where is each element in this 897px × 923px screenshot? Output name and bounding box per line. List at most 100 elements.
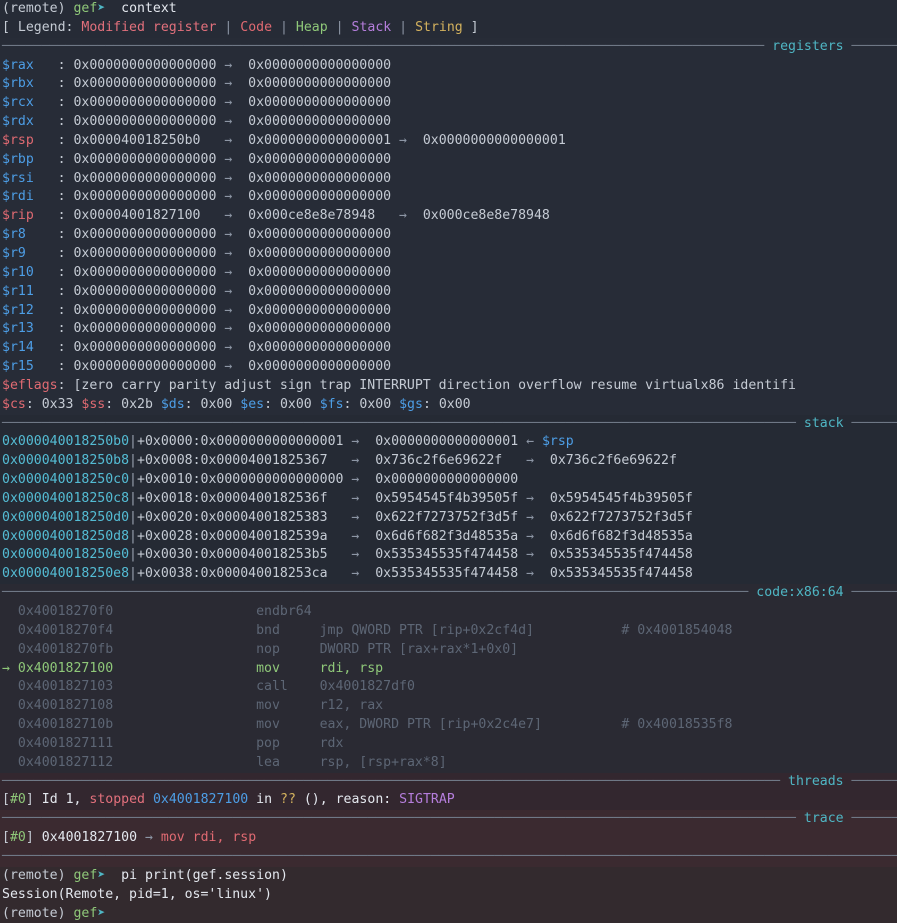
register-name: $r9 [2, 246, 58, 261]
register-row: $r8 : 0x0000000000000000 → 0x00000000000… [0, 226, 897, 245]
register-row: $r15 : 0x0000000000000000 → 0x0000000000… [0, 358, 897, 377]
stack-offset: +0x0028: [137, 529, 201, 544]
trace-section: ────────────────────────────────────────… [0, 810, 897, 867]
register-deref-1: 0x0000000000000000 [248, 246, 399, 261]
register-deref-1: 0x0000000000000001 [248, 133, 399, 148]
stack-offset: +0x0038: [137, 566, 201, 581]
legend-stack: Stack [352, 20, 392, 35]
trace-arrow-icon: → [145, 830, 153, 845]
register-colon: : [58, 303, 74, 318]
register-colon: : [58, 133, 74, 148]
thread-state: stopped [89, 792, 145, 807]
instruction-operands: rdx [320, 736, 622, 751]
register-deref-1: 0x0000000000000000 [248, 171, 399, 186]
deref-arrow-icon: → [351, 453, 375, 468]
deref-arrow-icon: → [351, 566, 375, 581]
session-output-text: Session(Remote, pid=1, os='linux') [2, 887, 272, 902]
stack-address: 0x000040018250c0 [2, 472, 129, 487]
register-deref-2: 0x000ce8e8e78948 [423, 208, 550, 223]
prompt-remote-label-2: (remote) [2, 868, 66, 883]
stack-deref-1: 0x736c2f6e69622f [375, 453, 526, 468]
stack-row: 0x000040018250d0|+0x0020:0x0000400182538… [0, 509, 897, 528]
segment-register-name: $ds [161, 397, 185, 412]
register-colon: : [58, 321, 74, 336]
deref-arrow-icon: → [224, 152, 248, 167]
current-instruction-marker [2, 755, 18, 770]
stack-divider: | [129, 434, 137, 449]
stack-section-title: stack [804, 416, 844, 431]
segment-register-name: $cs [2, 397, 26, 412]
registers-section-title: registers [772, 39, 843, 54]
segment-register-name: $ss [81, 397, 105, 412]
deref-arrow-icon-2: → [526, 453, 550, 468]
threads-section-title: threads [788, 774, 844, 789]
thread-function: ?? [280, 792, 296, 807]
deref-arrow-icon-2: → [526, 566, 550, 581]
instruction-operands: eax, DWORD PTR [rip+0x2c4e7] [320, 717, 622, 732]
register-deref-1: 0x0000000000000000 [248, 303, 399, 318]
register-value: 0x0000000000000000 [73, 340, 224, 355]
instruction-address: 0x4001827111 [18, 736, 256, 751]
thread-address: 0x4001827100 [153, 792, 248, 807]
instruction-mnemonic: pop [256, 736, 320, 751]
register-deref-1: 0x0000000000000000 [248, 359, 399, 374]
segment-register-name: $es [240, 397, 264, 412]
instruction-address: 0x40018270f4 [18, 623, 256, 638]
deref-arrow-icon: → [224, 246, 248, 261]
stack-value: 0x0000000000000001 [201, 434, 352, 449]
deref-arrow-icon-2: → [526, 529, 550, 544]
instruction-address: 0x4001827103 [18, 679, 256, 694]
registers-list: $rax : 0x0000000000000000 → 0x0000000000… [0, 57, 897, 377]
stack-deref-2: 0x535345535f474458 [550, 566, 693, 581]
deref-arrow-icon-2: → [399, 208, 423, 223]
stack-value: 0x0000000000000000 [201, 472, 352, 487]
register-deref-1: 0x0000000000000000 [248, 152, 399, 167]
instruction-mnemonic: DWORD PTR [rax+rax*1+0x0] [320, 642, 622, 657]
deref-arrow-icon-2: → [526, 491, 550, 506]
trace-address: 0x4001827100 [42, 830, 137, 845]
instruction-operands: r12, rax [320, 698, 622, 713]
deref-arrow-icon-2: → [526, 510, 550, 525]
instruction-operands: rsp, [rsp+rax*8] [320, 755, 622, 770]
register-value: 0x0000000000000000 [73, 95, 224, 110]
current-instruction-marker [2, 623, 18, 638]
prompt-line-active[interactable]: (remote) gef➤ [0, 905, 897, 923]
deref-arrow-icon: → [351, 529, 375, 544]
disassembly-row: 0x40018270f4 bnd jmp QWORD PTR [rip+0x2c… [0, 622, 897, 641]
register-deref-1: 0x0000000000000000 [248, 95, 399, 110]
stack-row: 0x000040018250d8|+0x0028:0x0000400182539… [0, 528, 897, 547]
bottom-prompt-area[interactable]: (remote) gef➤ pi print(gef.session) Sess… [0, 867, 897, 923]
register-deref-1: 0x0000000000000000 [248, 284, 399, 299]
register-value: 0x0000000000000000 [73, 189, 224, 204]
register-value: 0x0000000000000000 [73, 76, 224, 91]
stack-deref-2: 0x6d6f682f3d48535a [550, 529, 693, 544]
stack-row: 0x000040018250b0|+0x0000:0x0000000000000… [0, 433, 897, 452]
legend-sep-3: | [336, 20, 344, 35]
thread-signal: SIGTRAP [399, 792, 455, 807]
code-section-header: ────────────────────────────────────────… [0, 584, 897, 603]
trace-bracket-close: ] [26, 830, 34, 845]
register-name: $r11 [2, 284, 58, 299]
stack-deref-1: 0x535345535f474458 [375, 566, 526, 581]
instruction-mnemonic: mov [256, 698, 320, 713]
register-name: $rax [2, 58, 58, 73]
register-colon: : [58, 189, 74, 204]
eflags-label: $eflags [2, 378, 58, 393]
stack-offset: +0x0010: [137, 472, 201, 487]
register-name: $r13 [2, 321, 58, 336]
register-deref-1: 0x0000000000000000 [248, 321, 399, 336]
current-instruction-marker [2, 717, 18, 732]
stack-value: 0x000040018253b5 [201, 547, 352, 562]
register-colon: : [58, 76, 74, 91]
deref-arrow-icon: → [224, 208, 248, 223]
register-name: $rsi [2, 171, 58, 186]
current-instruction-marker [2, 604, 18, 619]
segment-register-value: : 0x00 [264, 397, 312, 412]
disassembly-row: 0x40018270f0 endbr64 [0, 603, 897, 622]
register-row: $rbp : 0x0000000000000000 → 0x0000000000… [0, 151, 897, 170]
stack-deref-1: 0x5954545f4b39505f [375, 491, 526, 506]
stack-value: 0x000040018253ca [201, 566, 352, 581]
stack-divider: | [129, 566, 137, 581]
register-name: $rbx [2, 76, 58, 91]
terminal-window[interactable]: (remote) gef➤ context [ Legend: Modified… [0, 0, 897, 918]
